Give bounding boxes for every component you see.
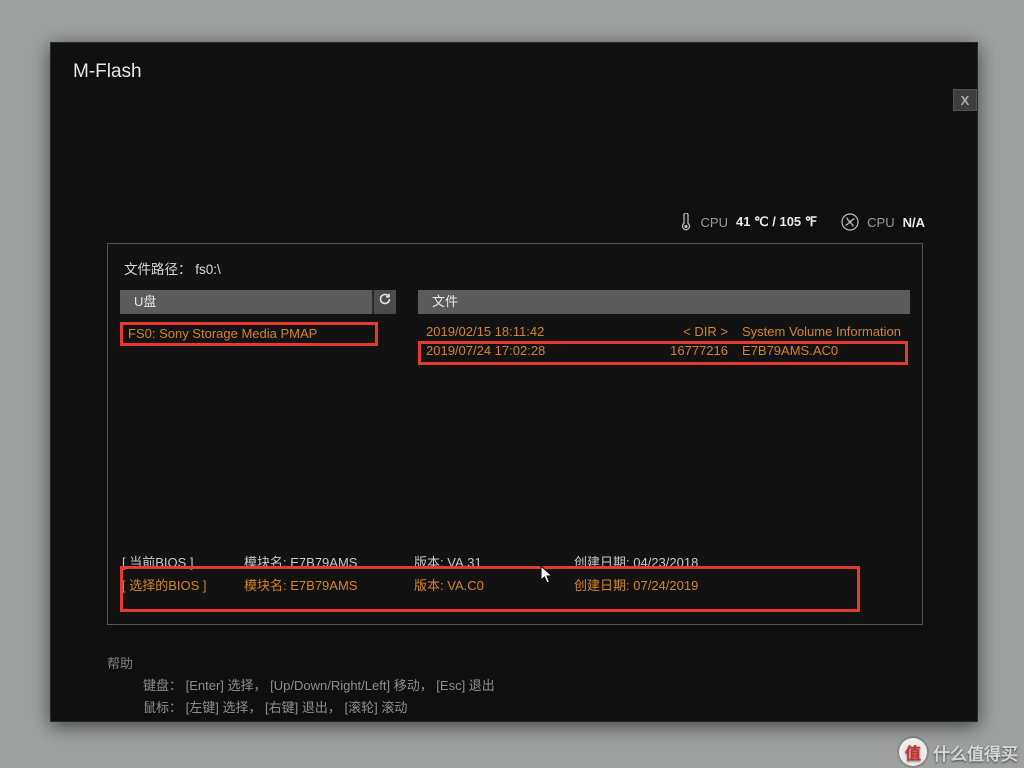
cpu-temp-sensor: CPU 41 ℃ / 105 ℉ — [677, 213, 818, 231]
cpu-temp-label: CPU — [701, 215, 728, 230]
bios-date: 创建日期: 04/23/2018 — [574, 552, 910, 571]
cpu-fan-label: CPU — [867, 215, 894, 230]
current-bios-row: [ 当前BIOS ] 模块名: E7B79AMS 版本: VA.31 创建日期:… — [120, 550, 910, 573]
path-row: 文件路径： fs0:\ — [120, 258, 910, 278]
help-mouse: 鼠标： [左键] 选择， [右键] 退出， [滚轮] 滚动 — [107, 697, 495, 719]
file-size: 16777216 — [634, 343, 734, 358]
path-label: 文件路径： — [124, 262, 192, 277]
bios-info: [ 当前BIOS ] 模块名: E7B79AMS 版本: VA.31 创建日期:… — [120, 550, 910, 596]
bios-tag: [ 选择的BIOS ] — [122, 575, 244, 594]
bios-module: 模块名: E7B79AMS — [244, 575, 414, 594]
help-text: 帮助 键盘： [Enter] 选择， [Up/Down/Right/Left] … — [107, 653, 495, 719]
bios-version: 版本: VA.31 — [414, 552, 574, 571]
titlebar: M-Flash X — [51, 43, 977, 101]
file-name: E7B79AMS.AC0 — [742, 343, 902, 358]
cpu-temp-value: 41 ℃ / 105 ℉ — [736, 214, 817, 230]
mflash-window: M-Flash X CPU 41 ℃ / 105 ℉ CPU N/A 文件路径：… — [50, 42, 978, 722]
file-row[interactable]: 2019/02/15 18:11:42 < DIR > System Volum… — [418, 322, 910, 341]
watermark: 值 什么值得买 — [899, 738, 1018, 766]
sensor-bar: CPU 41 ℃ / 105 ℉ CPU N/A — [677, 213, 925, 231]
file-row[interactable]: 2019/07/24 17:02:28 16777216 E7B79AMS.AC… — [418, 341, 910, 360]
fan-icon — [841, 213, 859, 231]
files-header-label: 文件 — [432, 290, 458, 314]
file-date: 2019/07/24 17:02:28 — [426, 343, 626, 358]
drive-item[interactable]: FS0: Sony Storage Media PMAP — [120, 322, 396, 345]
drives-column: U盘 FS0: Sony Storage Media PMAP — [120, 290, 396, 540]
close-button[interactable]: X — [953, 89, 977, 111]
file-panel: 文件路径： fs0:\ U盘 FS0: Sony Storage Media P… — [107, 243, 923, 625]
cpu-fan-sensor: CPU N/A — [841, 213, 925, 231]
bios-date: 创建日期: 07/24/2019 — [574, 575, 910, 594]
bios-version: 版本: VA.C0 — [414, 575, 574, 594]
bios-tag: [ 当前BIOS ] — [122, 552, 244, 571]
help-title: 帮助 — [107, 653, 495, 675]
path-value: fs0:\ — [195, 262, 221, 277]
file-date: 2019/02/15 18:11:42 — [426, 324, 626, 339]
drives-header: U盘 — [120, 290, 396, 314]
watermark-badge: 值 — [899, 738, 927, 766]
file-name: System Volume Information — [742, 324, 902, 339]
thermometer-icon — [677, 213, 693, 231]
refresh-icon — [378, 290, 392, 314]
files-header: 文件 — [418, 290, 910, 314]
window-title: M-Flash — [73, 61, 142, 82]
drives-header-label: U盘 — [134, 290, 156, 314]
refresh-button[interactable] — [372, 290, 396, 314]
watermark-text: 什么值得买 — [933, 740, 1018, 765]
files-column: 文件 2019/02/15 18:11:42 < DIR > System Vo… — [418, 290, 910, 540]
cpu-fan-value: N/A — [903, 215, 925, 230]
selected-bios-row: [ 选择的BIOS ] 模块名: E7B79AMS 版本: VA.C0 创建日期… — [120, 573, 910, 596]
bios-module: 模块名: E7B79AMS — [244, 552, 414, 571]
help-keyboard: 键盘： [Enter] 选择， [Up/Down/Right/Left] 移动，… — [107, 675, 495, 697]
file-size: < DIR > — [634, 324, 734, 339]
